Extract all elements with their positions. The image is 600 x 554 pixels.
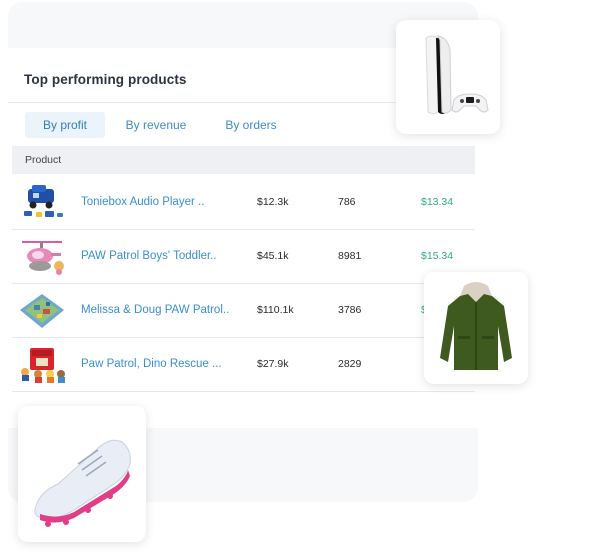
table-row[interactable]: PAW Patrol Boys' Toddler.. $45.1k 8981 $… xyxy=(12,230,475,284)
revenue-value: $45.1k xyxy=(257,250,289,262)
revenue-value: $110.1k xyxy=(257,304,294,316)
profit-value: $15.34 xyxy=(421,250,454,262)
product-name-link[interactable]: Toniebox Audio Player .. xyxy=(81,196,204,208)
console-product-card xyxy=(396,20,500,134)
orders-value: 2829 xyxy=(338,358,362,370)
tab-by-revenue[interactable]: By revenue xyxy=(116,112,196,138)
play-mat-thumbnail xyxy=(20,294,64,328)
jacket-product-card xyxy=(424,272,528,384)
table-row[interactable]: Melissa & Doug PAW Patrol.. $110.1k 3786… xyxy=(12,284,475,338)
table-row[interactable]: Toniebox Audio Player .. $12.3k 786 $13.… xyxy=(12,176,475,230)
toy-helicopter-thumbnail xyxy=(22,241,64,275)
game-console-icon xyxy=(425,35,489,115)
product-name-link[interactable]: PAW Patrol Boys' Toddler.. xyxy=(81,250,217,262)
product-name-link[interactable]: Paw Patrol, Dino Rescue ... xyxy=(81,358,222,370)
revenue-value: $27.9k xyxy=(257,358,289,370)
orders-value: 786 xyxy=(338,196,356,208)
orders-value: 8981 xyxy=(338,250,362,262)
tab-by-profit[interactable]: By profit xyxy=(25,112,105,138)
blue-toy-truck-thumbnail xyxy=(24,185,63,217)
widget-title: Top performing products xyxy=(24,72,187,87)
sneaker-product-card xyxy=(18,406,146,542)
jacket-icon xyxy=(440,282,512,370)
tab-by-orders[interactable]: By orders xyxy=(211,112,291,138)
product-name-link[interactable]: Melissa & Doug PAW Patrol.. xyxy=(81,304,229,316)
product-column-header: Product xyxy=(25,154,62,166)
table-header: Product xyxy=(12,146,475,174)
red-playset-thumbnail xyxy=(21,348,65,383)
table-row[interactable]: Paw Patrol, Dino Rescue ... $27.9k 2829 xyxy=(12,338,475,392)
orders-value: 3786 xyxy=(338,304,362,316)
revenue-value: $12.3k xyxy=(257,196,289,208)
sneaker-icon xyxy=(34,439,131,527)
profit-value: $13.34 xyxy=(421,196,454,208)
